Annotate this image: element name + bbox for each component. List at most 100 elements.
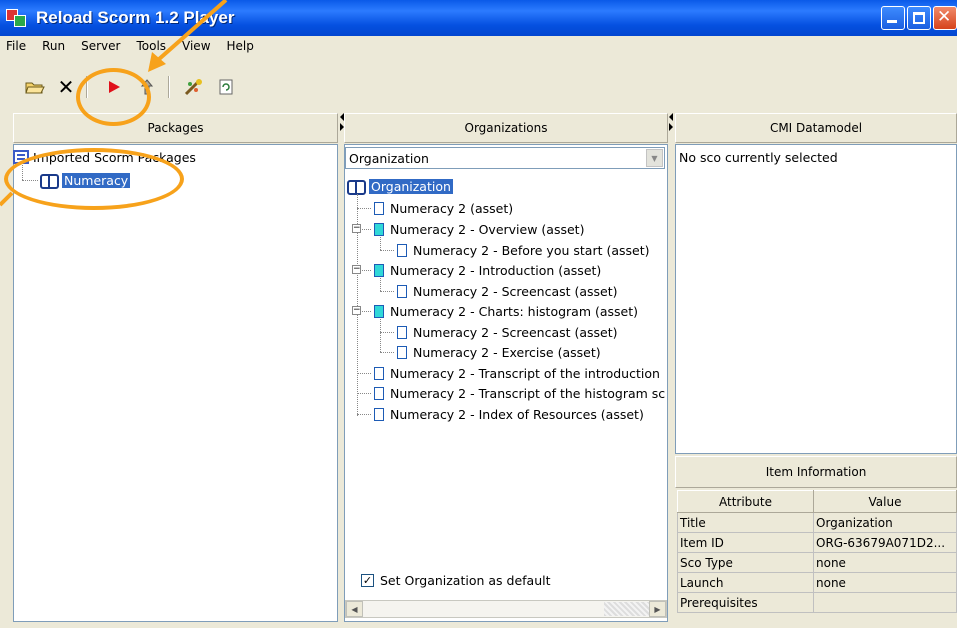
page-icon bbox=[397, 243, 407, 257]
window-title: Reload Scorm 1.2 Player bbox=[36, 8, 235, 27]
tree-item-asset[interactable]: Numeracy 2 - Overview (asset) bbox=[374, 219, 584, 239]
attribute-cell: Prerequisites bbox=[677, 592, 814, 613]
splitter-left-arrow[interactable] bbox=[669, 113, 673, 121]
tree-item-label: Numeracy 2 - Exercise (asset) bbox=[413, 344, 601, 360]
menu-file[interactable]: File bbox=[4, 38, 28, 54]
attribute-cell: Launch bbox=[677, 572, 814, 593]
title-bar[interactable]: Reload Scorm 1.2 Player ✕ bbox=[0, 0, 957, 36]
tree-connector bbox=[380, 352, 394, 353]
page-icon bbox=[374, 386, 384, 400]
menu-bar: File Run Server Tools View Help bbox=[0, 36, 957, 56]
open-folder-icon[interactable] bbox=[24, 76, 46, 98]
table-row[interactable]: Item ID ORG-63679A071D2... bbox=[677, 532, 957, 553]
scroll-thumb[interactable] bbox=[364, 602, 604, 616]
tree-connector bbox=[357, 414, 371, 415]
tree-item-asset[interactable]: Numeracy 2 - Screencast (asset) bbox=[397, 281, 618, 301]
cmi-header[interactable]: CMI Datamodel bbox=[675, 113, 957, 143]
packages-panel bbox=[13, 144, 338, 622]
tree-item-label: Numeracy 2 - Transcript of the introduct… bbox=[390, 365, 660, 381]
tree-item-asset[interactable]: Numeracy 2 (asset) bbox=[374, 198, 513, 218]
value-cell: none bbox=[813, 552, 957, 573]
wizard-icon[interactable] bbox=[183, 76, 205, 98]
packages-header[interactable]: Packages bbox=[13, 113, 338, 143]
book-icon bbox=[347, 179, 366, 195]
tree-item-label: Numeracy 2 - Overview (asset) bbox=[390, 221, 585, 237]
default-organization-checkbox[interactable]: ✓ Set Organization as default bbox=[361, 570, 551, 590]
scroll-track[interactable] bbox=[604, 602, 649, 616]
tree-connector bbox=[380, 319, 381, 352]
value-cell: none bbox=[813, 572, 957, 593]
attribute-column-header[interactable]: Attribute bbox=[677, 490, 814, 513]
tree-item-asset[interactable]: Numeracy 2 - Before you start (asset) bbox=[397, 240, 650, 260]
tree-item-organization[interactable]: Organization bbox=[347, 176, 453, 196]
toolbar-separator bbox=[168, 76, 170, 98]
app-icon bbox=[6, 7, 28, 29]
tree-item-label: Numeracy 2 - Index of Resources (asset) bbox=[390, 406, 644, 422]
tree-item-asset[interactable]: Numeracy 2 - Introduction (asset) bbox=[374, 260, 601, 280]
menu-server[interactable]: Server bbox=[79, 38, 122, 54]
organization-root-label: Organization bbox=[369, 178, 453, 194]
item-info-table: Attribute Value Title Organization Item I… bbox=[677, 490, 957, 613]
value-cell: Organization bbox=[813, 512, 957, 533]
tree-item-label: Numeracy 2 - Screencast (asset) bbox=[413, 324, 618, 340]
menu-help[interactable]: Help bbox=[225, 38, 256, 54]
tree-item-label: Numeracy 2 - Screencast (asset) bbox=[413, 283, 618, 299]
cmi-status: No sco currently selected bbox=[679, 149, 838, 165]
value-cell: ORG-63679A071D2... bbox=[813, 532, 957, 553]
tree-item-asset[interactable]: Numeracy 2 - Index of Resources (asset) bbox=[374, 404, 644, 424]
close-button[interactable]: ✕ bbox=[933, 6, 957, 30]
minimize-button[interactable] bbox=[881, 6, 905, 30]
page-icon bbox=[397, 345, 407, 359]
page-icon bbox=[374, 263, 384, 277]
chevron-down-icon[interactable]: ▼ bbox=[646, 149, 663, 167]
page-icon bbox=[374, 407, 384, 421]
item-info-header[interactable]: Item Information bbox=[675, 456, 957, 488]
table-row[interactable]: Launch none bbox=[677, 572, 957, 593]
tree-expander[interactable]: − bbox=[352, 306, 361, 315]
tree-item-label: Numeracy 2 (asset) bbox=[390, 200, 514, 216]
tree-item-asset[interactable]: Numeracy 2 - Transcript of the introduct… bbox=[374, 363, 666, 383]
tree-item-asset[interactable]: Numeracy 2 - Exercise (asset) bbox=[397, 342, 601, 362]
page-icon bbox=[374, 201, 384, 215]
annotation-circle-run bbox=[76, 68, 151, 126]
maximize-button[interactable] bbox=[907, 6, 931, 30]
delete-icon[interactable]: ✕ bbox=[55, 75, 77, 99]
attribute-cell: Title bbox=[677, 512, 814, 533]
tree-item-label: Numeracy 2 - Before you start (asset) bbox=[413, 242, 650, 258]
cmi-panel bbox=[675, 144, 957, 454]
tree-expander[interactable]: − bbox=[352, 224, 361, 233]
organization-select[interactable]: Organization ▼ bbox=[345, 147, 665, 169]
annotation-circle-package bbox=[4, 148, 184, 210]
menu-view[interactable]: View bbox=[180, 38, 212, 54]
organization-select-value: Organization bbox=[349, 150, 429, 166]
tree-item-label: Numeracy 2 - Charts: histogram (asset) bbox=[390, 303, 639, 319]
menu-run[interactable]: Run bbox=[40, 38, 67, 54]
table-row[interactable]: Title Organization bbox=[677, 512, 957, 533]
tree-connector bbox=[357, 393, 371, 394]
scroll-right-icon[interactable]: ▶ bbox=[649, 601, 666, 617]
table-row[interactable]: Sco Type none bbox=[677, 552, 957, 573]
value-column-header[interactable]: Value bbox=[813, 490, 957, 513]
scroll-left-icon[interactable]: ◀ bbox=[346, 601, 363, 617]
default-checkbox-label: Set Organization as default bbox=[380, 572, 551, 588]
tree-connector bbox=[380, 332, 394, 333]
attribute-cell: Item ID bbox=[677, 532, 814, 553]
tree-connector bbox=[380, 250, 394, 251]
tree-item-asset[interactable]: Numeracy 2 - Screencast (asset) bbox=[397, 322, 618, 342]
page-icon bbox=[374, 304, 384, 318]
tree-item-asset[interactable]: Numeracy 2 - Transcript of the histogram… bbox=[374, 383, 666, 403]
refresh-icon[interactable] bbox=[215, 76, 237, 98]
tree-expander[interactable]: − bbox=[352, 265, 361, 274]
value-cell bbox=[813, 592, 957, 613]
menu-tools[interactable]: Tools bbox=[134, 38, 168, 54]
splitter-right-arrow[interactable] bbox=[669, 123, 673, 131]
checkmark-icon[interactable]: ✓ bbox=[361, 573, 374, 587]
organizations-header[interactable]: Organizations bbox=[344, 113, 668, 143]
organizations-scrollbar[interactable]: ◀ ▶ bbox=[345, 600, 667, 618]
page-icon bbox=[397, 325, 407, 339]
page-icon bbox=[374, 222, 384, 236]
tree-connector bbox=[380, 291, 394, 292]
attribute-cell: Sco Type bbox=[677, 552, 814, 573]
table-row[interactable]: Prerequisites bbox=[677, 592, 957, 613]
tree-item-asset[interactable]: Numeracy 2 - Charts: histogram (asset) bbox=[374, 301, 638, 321]
